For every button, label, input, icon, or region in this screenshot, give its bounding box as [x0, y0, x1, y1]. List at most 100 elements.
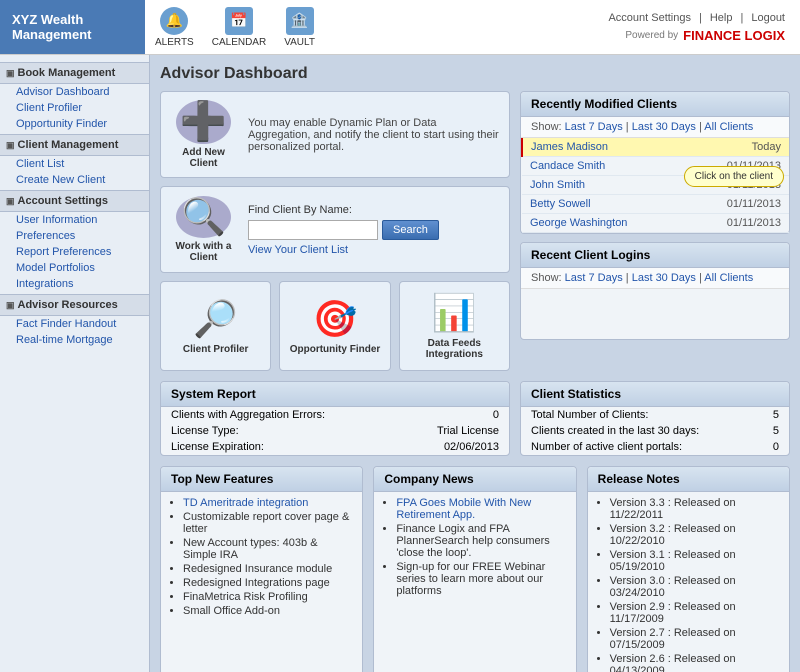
help-link[interactable]: Help [710, 12, 733, 24]
table-row: Clients created in the last 30 days: 5 [521, 423, 789, 439]
client-name-link[interactable]: James Madison [531, 141, 608, 153]
client-name-link[interactable]: Candace Smith [530, 160, 605, 172]
logout-link[interactable]: Logout [751, 12, 785, 24]
work-with-client-button[interactable]: 🔍 Work with a Client [171, 197, 236, 262]
recently-modified-header: Recently Modified Clients [521, 92, 789, 117]
top-new-features-card: Top New Features TD Ameritrade integrati… [160, 466, 363, 672]
sidebar-item-create-new-client[interactable]: Create New Client [0, 172, 149, 188]
sidebar-item-realtime-mortgage[interactable]: Real-time Mortgage [0, 332, 149, 348]
sidebar-item-advisor-dashboard[interactable]: Advisor Dashboard [0, 84, 149, 100]
client-statistics-table: Total Number of Clients: 5 Clients creat… [521, 407, 789, 455]
recently-modified-table-area: James Madison Today Candace Smith 01/11/… [521, 138, 789, 233]
page-title: Advisor Dashboard [160, 65, 790, 83]
list-item: Finance Logix and FPA PlannerSearch help… [396, 523, 565, 559]
sidebar-item-opportunity-finder[interactable]: Opportunity Finder [0, 116, 149, 132]
sidebar-item-report-preferences[interactable]: Report Preferences [0, 244, 149, 260]
sidebar-item-fact-finder[interactable]: Fact Finder Handout [0, 316, 149, 332]
table-row[interactable]: Betty Sowell 01/11/2013 [522, 195, 789, 214]
logins-all-clients[interactable]: All Clients [704, 272, 753, 284]
show-last-7-days[interactable]: Last 7 Days [565, 121, 623, 133]
recent-logins-header: Recent Client Logins [521, 243, 789, 268]
opportunity-finder-label: Opportunity Finder [290, 344, 381, 355]
sys-row-value: 02/06/2013 [398, 439, 509, 455]
sys-row-value: 0 [398, 407, 509, 423]
list-item: Version 2.6 : Released on 04/13/2009 [610, 653, 779, 672]
feature-link[interactable]: TD Ameritrade integration [183, 497, 308, 509]
header: XYZ Wealth Management 🔔 ALERTS 📅 CALENDA… [0, 0, 800, 55]
logins-last-7-days[interactable]: Last 7 Days [565, 272, 623, 284]
client-name-link[interactable]: George Washington [530, 217, 627, 229]
list-item: FPA Goes Mobile With New Retirement App. [396, 497, 565, 521]
nav-alerts-label: ALERTS [155, 37, 194, 48]
opportunity-finder-icon: 🎯 [313, 298, 358, 340]
stat-label: Total Number of Clients: [521, 407, 756, 423]
header-links: Account Settings | Help | Logout [608, 12, 785, 24]
sidebar-item-model-portfolios[interactable]: Model Portfolios [0, 260, 149, 276]
table-row: License Type: Trial License [161, 423, 509, 439]
top-new-features-header: Top New Features [161, 467, 362, 492]
sidebar-section-client-management: ▣ Client Management [0, 134, 149, 156]
list-item: Redesigned Insurance module [183, 563, 352, 575]
dash-bottom-row: System Report Clients with Aggregation E… [160, 381, 790, 456]
icon-row: 🔎 Client Profiler 🎯 Opportunity Finder 📊… [160, 281, 510, 371]
table-row[interactable]: James Madison Today [522, 138, 789, 157]
sidebar-item-integrations[interactable]: Integrations [0, 276, 149, 292]
find-client-input[interactable] [248, 220, 378, 240]
system-report-header: System Report [161, 382, 509, 407]
client-profiler-icon: 🔎 [193, 298, 238, 340]
list-item: Version 3.1 : Released on 05/19/2010 [610, 549, 779, 573]
data-feeds-icon-card[interactable]: 📊 Data Feeds Integrations [399, 281, 510, 371]
nav-vault-label: VAULT [284, 37, 315, 48]
client-date: 01/11/2013 [687, 195, 789, 214]
stat-label: Clients created in the last 30 days: [521, 423, 756, 439]
add-new-client-button[interactable]: ➕ Add New Client [171, 102, 236, 167]
view-client-list-link[interactable]: View Your Client List [248, 244, 439, 256]
find-client-area: Find Client By Name: Search View Your Cl… [248, 204, 439, 256]
search-button[interactable]: Search [382, 220, 439, 240]
sidebar-item-client-list[interactable]: Client List [0, 156, 149, 172]
list-item: FinaMetrica Risk Profiling [183, 591, 352, 603]
toggle-icon: ▣ [6, 68, 15, 79]
sidebar-item-client-profiler[interactable]: Client Profiler [0, 100, 149, 116]
show-last-30-days[interactable]: Last 30 Days [632, 121, 696, 133]
list-item: Version 2.7 : Released on 07/15/2009 [610, 627, 779, 651]
header-right: Account Settings | Help | Logout Powered… [593, 0, 800, 54]
recent-logins-show-row: Show: Last 7 Days | Last 30 Days | All C… [521, 268, 789, 289]
show-all-clients[interactable]: All Clients [704, 121, 753, 133]
list-item: Version 3.3 : Released on 11/22/2011 [610, 497, 779, 521]
sidebar-section-label: Client Management [18, 139, 119, 151]
logins-last-30-days[interactable]: Last 30 Days [632, 272, 696, 284]
add-client-icon: ➕ [176, 100, 231, 144]
logo: XYZ Wealth Management [0, 0, 145, 54]
tooltip-text: Click on the client [684, 166, 784, 187]
work-with-client-box: 🔍 Work with a Client Find Client By Name… [160, 186, 510, 273]
add-client-label: Add New Client [171, 147, 236, 169]
add-new-client-box: ➕ Add New Client You may enable Dynamic … [160, 91, 510, 178]
list-item: Version 2.9 : Released on 11/17/2009 [610, 601, 779, 625]
opportunity-finder-icon-card[interactable]: 🎯 Opportunity Finder [279, 281, 390, 371]
client-name-link[interactable]: Betty Sowell [530, 198, 591, 210]
dash-left: ➕ Add New Client You may enable Dynamic … [160, 91, 510, 371]
sidebar-section-label: Account Settings [18, 195, 108, 207]
sidebar-section-advisor-resources: ▣ Advisor Resources [0, 294, 149, 316]
table-row[interactable]: George Washington 01/11/2013 [522, 214, 789, 233]
nav-vault[interactable]: 🏦 VAULT [284, 7, 315, 48]
account-settings-link[interactable]: Account Settings [608, 12, 691, 24]
nav-alerts[interactable]: 🔔 ALERTS [155, 7, 194, 48]
alerts-icon: 🔔 [160, 7, 188, 35]
toggle-icon: ▣ [6, 196, 15, 207]
nav-calendar[interactable]: 📅 CALENDAR [212, 7, 266, 48]
client-date: 01/11/2013 [687, 214, 789, 233]
client-name-link[interactable]: John Smith [530, 179, 585, 191]
table-row: Number of active client portals: 0 [521, 439, 789, 455]
calendar-icon: 📅 [225, 7, 253, 35]
stat-value: 0 [756, 439, 789, 455]
news-link[interactable]: FPA Goes Mobile With New Retirement App. [396, 497, 531, 521]
powered-by: Powered by FINANCE LOGIX [625, 28, 785, 43]
client-profiler-icon-card[interactable]: 🔎 Client Profiler [160, 281, 271, 371]
sidebar-item-user-information[interactable]: User Information [0, 212, 149, 228]
finance-logix-brand: FINANCE LOGIX [683, 28, 785, 43]
release-notes-header: Release Notes [588, 467, 789, 492]
sidebar-item-preferences[interactable]: Preferences [0, 228, 149, 244]
list-item: New Account types: 403b & Simple IRA [183, 537, 352, 561]
